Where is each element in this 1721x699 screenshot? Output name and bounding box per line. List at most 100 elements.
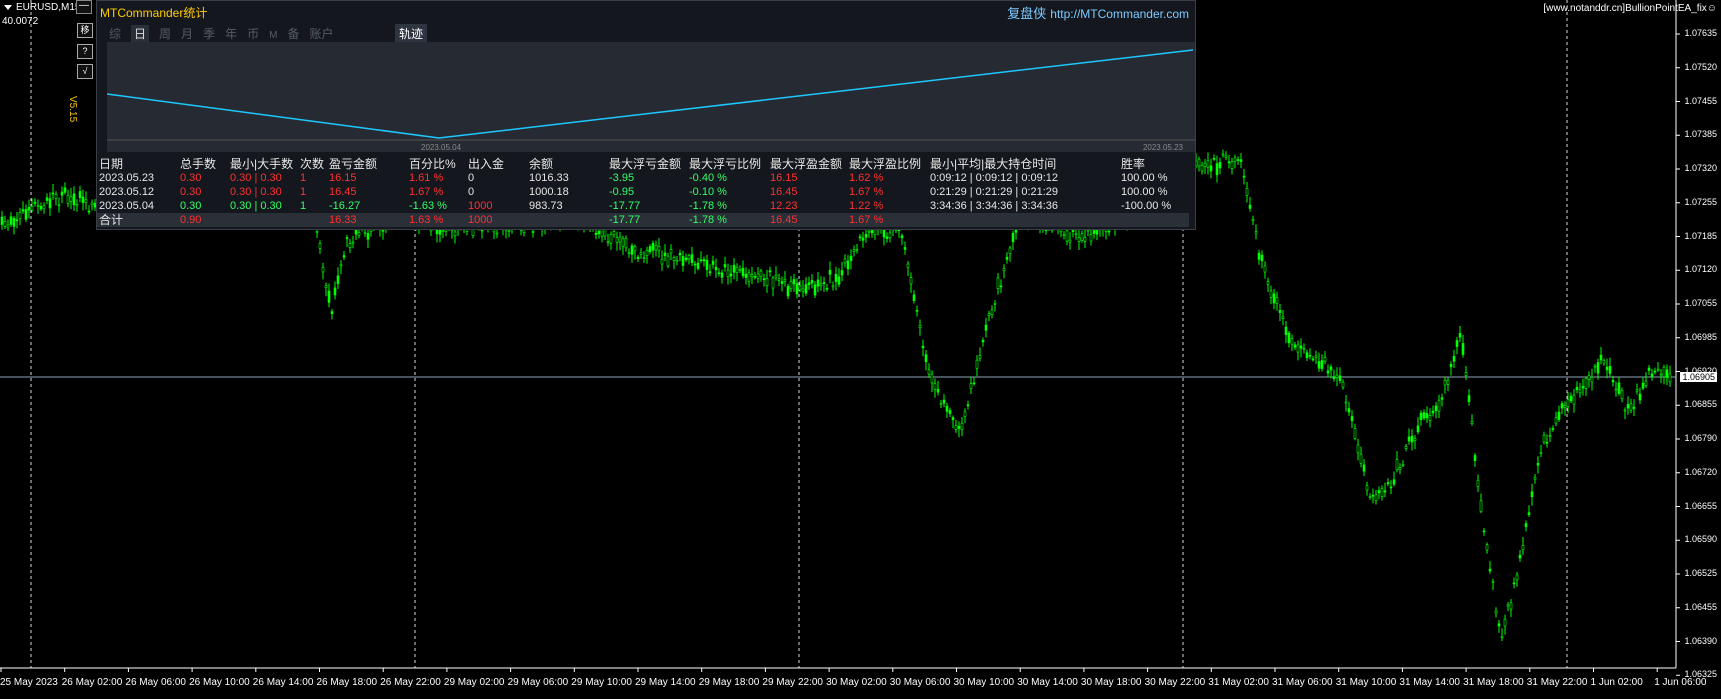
cell-lots: 0.30 xyxy=(180,200,202,212)
tab-account[interactable]: 账户 xyxy=(309,25,333,42)
candle-body xyxy=(60,191,64,196)
time-label: 30 May 10:00 xyxy=(953,677,1015,688)
candle-body xyxy=(939,403,943,405)
candle-body xyxy=(1254,231,1258,234)
minimize-button[interactable]: — xyxy=(76,0,92,14)
move-button[interactable]: 移 xyxy=(77,23,93,38)
tab-note[interactable]: 备 xyxy=(287,25,299,42)
help-button[interactable]: ? xyxy=(77,44,93,59)
time-label: 1 Jun 02:00 xyxy=(1590,677,1643,688)
trace-button[interactable]: 轨迹 xyxy=(395,24,428,43)
candle-body xyxy=(1461,343,1465,355)
symbol-text: EURUSD,M15 xyxy=(16,2,81,13)
candle-body xyxy=(663,252,667,257)
candle-body xyxy=(1653,370,1657,373)
candle-body xyxy=(1350,416,1354,421)
candle-body xyxy=(336,275,340,284)
candle-body xyxy=(321,267,325,273)
tab-m[interactable]: M xyxy=(269,30,277,41)
candle-body xyxy=(1443,379,1447,386)
candle-body xyxy=(813,284,817,296)
cell-count: 1 xyxy=(300,172,307,184)
candle-body xyxy=(345,237,349,239)
candle-body xyxy=(1605,366,1609,371)
candle-body xyxy=(816,279,820,287)
candle-body xyxy=(33,201,37,204)
candle-body xyxy=(1509,602,1513,610)
candle-body xyxy=(1500,636,1504,639)
candle-body xyxy=(1005,256,1009,260)
time-label: 1 Jun 06:00 xyxy=(1654,677,1707,688)
candle-body xyxy=(861,237,865,241)
cell-maxloss: -0.95 xyxy=(609,186,635,198)
candle-body xyxy=(1497,623,1501,627)
price-label: 1.07635 xyxy=(1684,28,1717,38)
candle-body xyxy=(1668,373,1672,383)
check-button[interactable]: √ xyxy=(77,64,93,79)
candle-body xyxy=(1251,219,1255,222)
header-cell: 盈亏金额 xyxy=(329,157,378,171)
candle-body xyxy=(705,259,709,270)
tab-summary[interactable]: 综 xyxy=(109,25,121,42)
candle-body xyxy=(747,272,751,282)
candle-body xyxy=(39,205,43,210)
header-cell: 最大浮盈比例 xyxy=(849,157,922,171)
candle-body xyxy=(648,246,652,252)
candle-body xyxy=(801,288,805,292)
mini-end-date: 2023.05.23 xyxy=(1142,143,1183,152)
price-label: 1.06985 xyxy=(1684,331,1717,342)
candle-body xyxy=(441,230,445,232)
time-label: 30 May 22:00 xyxy=(1144,677,1206,688)
candle-body xyxy=(318,243,322,249)
symbol-label: EURUSD,M15 xyxy=(4,2,80,13)
cell-balance: 1000.18 xyxy=(529,186,569,198)
header-cell: 最大浮亏金额 xyxy=(609,157,682,171)
candle-body xyxy=(1551,428,1555,430)
tab-currency[interactable]: 币 xyxy=(247,25,259,42)
cell-hold: 0:21:29 | 0:21:29 | 0:21:29 xyxy=(930,186,1059,198)
candle-body xyxy=(654,245,658,251)
candle-body xyxy=(1545,441,1549,444)
candle-body xyxy=(1452,355,1456,362)
candle-body xyxy=(837,276,841,285)
tab-year[interactable]: 年 xyxy=(225,25,237,42)
candle-body xyxy=(825,288,829,290)
candle-body xyxy=(1617,382,1621,394)
candle-body xyxy=(1200,164,1204,172)
candle-body xyxy=(507,230,511,232)
candle-body xyxy=(51,192,55,195)
candle-body xyxy=(1515,574,1519,581)
link-cn[interactable]: 复盘侠 xyxy=(1007,6,1046,21)
candle-body xyxy=(351,241,355,244)
candle-body xyxy=(1329,366,1333,371)
candle-body xyxy=(957,426,961,429)
candle-body xyxy=(900,235,904,239)
candle-body xyxy=(1092,230,1096,234)
header-cell: 最大浮盈金额 xyxy=(770,157,843,171)
panel-link[interactable]: 复盘侠 http://MTCommander.com xyxy=(1007,3,1189,22)
candle-body xyxy=(9,216,13,225)
candle-body xyxy=(63,187,67,193)
candle-body xyxy=(1278,310,1282,313)
candle-body xyxy=(1374,494,1378,502)
candle-body xyxy=(753,276,757,278)
candle-body xyxy=(777,278,781,281)
candle-body xyxy=(882,229,886,238)
price-label: 1.06455 xyxy=(1684,601,1717,612)
tab-day[interactable]: 日 xyxy=(131,25,150,42)
tab-quarter[interactable]: 季 xyxy=(203,25,215,42)
candle-body xyxy=(1641,382,1645,389)
period-tabs: 综日周月季年币 M 备账户 xyxy=(109,25,343,42)
cell-minmax: 0.30 | 0.30 xyxy=(230,172,282,184)
header-cell: 出入金 xyxy=(468,157,505,171)
candle-body xyxy=(798,285,802,291)
tab-week[interactable]: 周 xyxy=(159,25,171,42)
tab-month[interactable]: 月 xyxy=(181,25,193,42)
price-label: 1.07255 xyxy=(1684,196,1717,207)
candle-body xyxy=(1527,512,1531,515)
candle-body xyxy=(21,209,25,212)
dropdown-triangle-icon[interactable] xyxy=(4,4,12,10)
link-url[interactable]: http://MTCommander.com xyxy=(1050,7,1189,21)
candle-body xyxy=(714,266,718,271)
candle-body xyxy=(657,245,661,251)
